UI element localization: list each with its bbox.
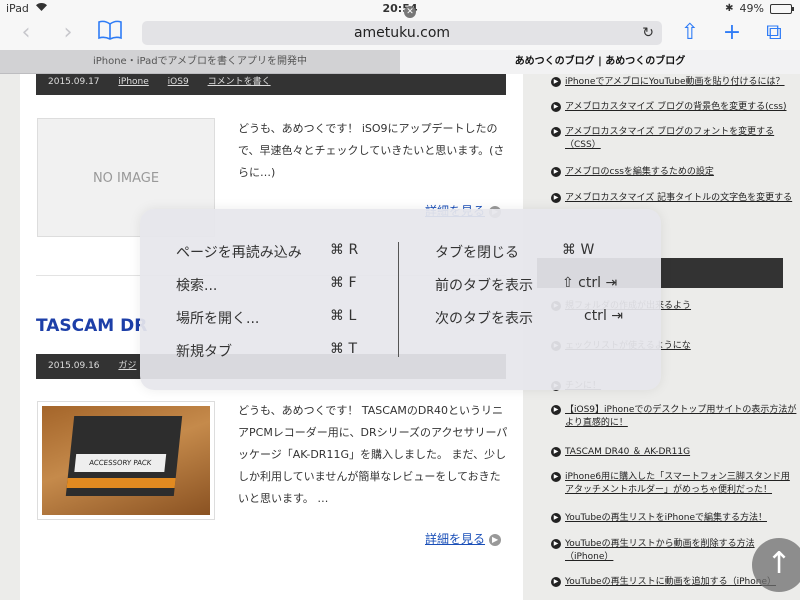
status-bar: iPad 20:54 ✱ 49% xyxy=(0,0,800,18)
sidebar-link[interactable]: iPhone6用に購入した「スマートフォン三脚スタンド用アタッチメントホルダー」… xyxy=(551,471,797,497)
share-button[interactable]: ⇧ xyxy=(676,20,704,46)
sidebar-link[interactable]: 【iOS9】iPhoneでのデスクトップ用サイトの表示方法がより直感的に！ xyxy=(551,404,797,430)
battery-icon xyxy=(770,3,794,14)
new-tab-button[interactable]: + xyxy=(718,20,746,46)
read-more-link[interactable]: 詳細を見る▶ xyxy=(425,530,502,547)
reload-icon[interactable]: ↻ xyxy=(642,21,654,45)
sidebar-link[interactable]: アメブロカスタマイズ ブログの背景色を変更する(css) xyxy=(551,101,797,114)
shortcut-label: 場所を開く... xyxy=(176,311,260,327)
product-photo: ACCESSORY PACK xyxy=(42,406,210,515)
overlay-divider xyxy=(398,242,399,357)
comment-link[interactable]: コメントを書く xyxy=(208,77,271,87)
close-tab-icon[interactable]: ✕ xyxy=(404,6,416,18)
category-link[interactable]: ガジ xyxy=(118,361,136,371)
post-date: 2015.09.17 xyxy=(48,77,100,87)
product-label: ACCESSORY PACK xyxy=(74,454,167,472)
post-meta-bar: 2015.09.17 iPhone iOS9 コメントを書く xyxy=(36,74,506,95)
browser-toolbar: ‹ › ametuku.com ↻ ⇧ + ⧉ xyxy=(0,18,800,50)
address-bar[interactable]: ametuku.com ↻ xyxy=(142,21,662,45)
shortcut-label: ページを再読み込み xyxy=(176,245,302,261)
shortcut-key: ⌘ R xyxy=(330,242,359,258)
keyboard-shortcuts-overlay: ページを再読み込み ⌘ R 検索... ⌘ F 場所を開く... ⌘ L 新規タ… xyxy=(140,209,661,390)
bookmarks-icon[interactable] xyxy=(96,20,124,46)
shortcut-label: 次のタブを表示 xyxy=(435,311,533,327)
tab-active[interactable]: あめつくのブログ | あめつくのブログ xyxy=(400,50,800,74)
battery-percent: 49% xyxy=(739,2,764,15)
tag-link[interactable]: iOS9 xyxy=(168,77,189,87)
sidebar-link[interactable]: アメブロのcssを編集するための設定 xyxy=(551,166,797,179)
shortcut-key: ⇧ ctrl ⇥ xyxy=(562,275,618,291)
url-text: ametuku.com xyxy=(353,25,451,41)
bluetooth-icon: ✱ xyxy=(725,3,734,14)
forward-button[interactable]: › xyxy=(54,20,82,46)
post-excerpt: どうも、あめつくです！ TASCAMのDR40というリニアPCMレコーダー用に、… xyxy=(238,404,508,505)
shortcut-label: 前のタブを表示 xyxy=(435,278,533,294)
post-thumbnail[interactable]: ACCESSORY PACK xyxy=(37,401,215,520)
back-button[interactable]: ‹ xyxy=(12,20,40,46)
shortcut-key: ⌘ L xyxy=(330,308,357,324)
scroll-to-top-button[interactable]: ↑ xyxy=(752,538,800,592)
shortcut-key: ⌘ W xyxy=(562,242,595,258)
shortcut-label: 検索... xyxy=(176,278,218,294)
shortcut-label: タブを閉じる xyxy=(435,245,519,261)
arrow-right-icon: ▶ xyxy=(489,533,502,546)
sidebar-link[interactable]: アメブロカスタマイズ ブログのフォントを変更する（CSS） xyxy=(551,126,797,152)
sidebar-link[interactable]: TASCAM DR40 ＆ AK-DR11G xyxy=(551,446,797,459)
post-excerpt: どうも、あめつくです！ iSO9にアップデートしたので、早速色々とチェックしてい… xyxy=(238,122,505,179)
tab-bar: iPhone・iPadでアメブロを書くアプリを開発中 あめつくのブログ | あめ… xyxy=(0,50,800,74)
shortcut-label: 新規タブ xyxy=(176,344,232,360)
tab-inactive[interactable]: iPhone・iPadでアメブロを書くアプリを開発中 xyxy=(0,50,400,74)
sidebar-link[interactable]: アメブロカスタマイズ 記事タイトルの文字色を変更する xyxy=(551,192,797,205)
shortcut-key: ctrl ⇥ xyxy=(584,308,624,324)
clock: 20:54 xyxy=(382,2,418,15)
shortcut-key: ⌘ F xyxy=(330,275,357,291)
post-date: 2015.09.16 xyxy=(48,361,100,371)
tabs-button[interactable]: ⧉ xyxy=(760,20,788,46)
sidebar-link[interactable]: YouTubeの再生リストをiPhoneで編集する方法！ xyxy=(551,512,797,525)
shortcut-key: ⌘ T xyxy=(330,341,358,357)
read-more-label: 詳細を見る xyxy=(425,532,486,546)
post-title[interactable]: TASCAM DR xyxy=(36,316,147,336)
sidebar-link[interactable]: iPhoneでアメブロにYouTube動画を貼り付けるには？ xyxy=(551,76,797,89)
category-link[interactable]: iPhone xyxy=(118,77,148,87)
